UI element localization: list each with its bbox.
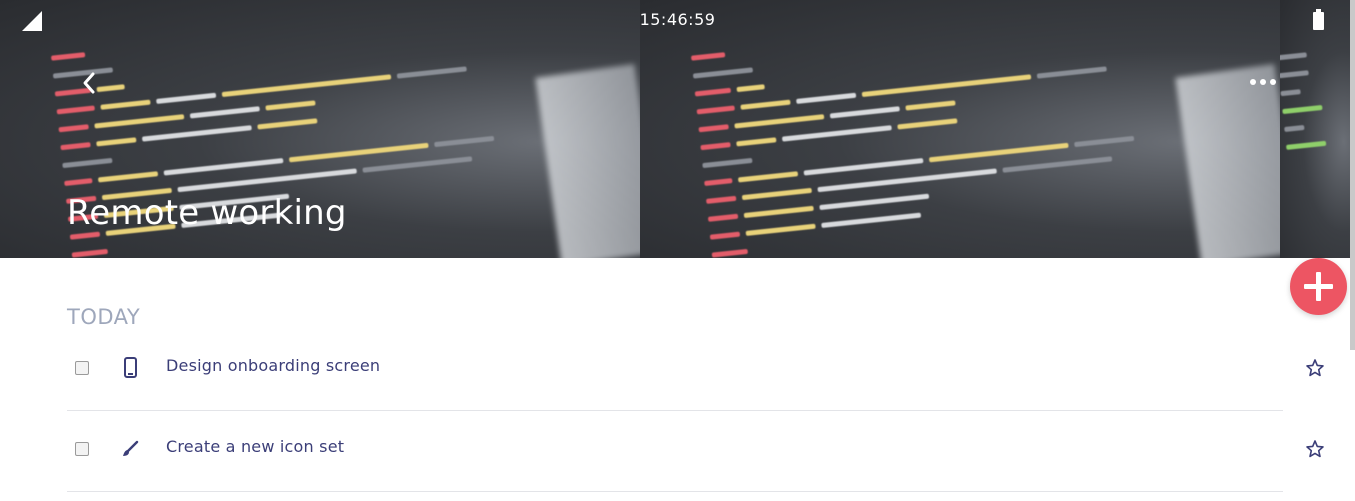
scrollbar[interactable] bbox=[1350, 0, 1355, 350]
task-label: Design onboarding screen bbox=[166, 356, 381, 375]
task-label: Create a new icon set bbox=[166, 437, 345, 456]
status-time: 15:46:59 bbox=[639, 10, 716, 29]
page-title: Remote working bbox=[67, 193, 347, 233]
add-task-button[interactable] bbox=[1290, 258, 1347, 315]
star-icon[interactable] bbox=[1305, 439, 1325, 459]
task-checkbox[interactable] bbox=[75, 361, 89, 375]
brush-icon bbox=[119, 438, 141, 460]
blurred-monitor bbox=[1175, 63, 1280, 258]
battery-icon bbox=[1313, 9, 1324, 30]
blurred-monitor bbox=[535, 63, 640, 258]
section-header-today: TODAY bbox=[67, 305, 141, 329]
more-horizontal-icon[interactable] bbox=[1248, 72, 1280, 92]
mobile-phone-icon bbox=[119, 357, 141, 379]
code-background bbox=[690, 0, 1230, 258]
task-checkbox[interactable] bbox=[75, 442, 89, 456]
banner-image-right bbox=[640, 0, 1280, 258]
header-banner: 15:46:59 Remote working bbox=[0, 0, 1355, 258]
star-icon[interactable] bbox=[1305, 358, 1325, 378]
task-row[interactable]: Create a new icon set bbox=[67, 409, 1324, 492]
task-row[interactable]: Design onboarding screen bbox=[67, 328, 1324, 411]
chevron-left-icon[interactable] bbox=[78, 68, 104, 98]
banner-image-edge bbox=[1280, 0, 1355, 258]
